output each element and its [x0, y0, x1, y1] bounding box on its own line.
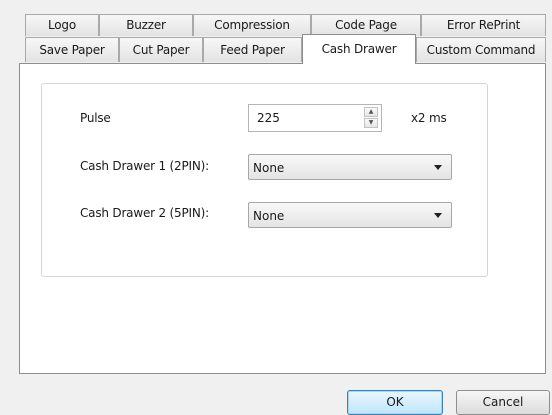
cash-drawer-1-label: Cash Drawer 1 (2PIN):	[80, 159, 209, 173]
cash-drawer-2-value: None	[253, 209, 285, 223]
tab-custom-command[interactable]: Custom Command	[416, 37, 546, 62]
tab-cash-drawer[interactable]: Cash Drawer	[302, 34, 416, 64]
tab-error-reprint[interactable]: Error RePrint	[421, 14, 546, 36]
cash-drawer-settings-group: Pulse 225 ▲ ▼ x2 ms Cash Drawer 1 (2PIN)…	[41, 83, 488, 277]
cash-drawer-1-value: None	[253, 161, 285, 175]
tab-compression[interactable]: Compression	[193, 14, 311, 36]
pulse-value: 225	[257, 111, 280, 125]
spin-down-arrow-icon[interactable]: ▼	[364, 118, 378, 128]
pulse-spinbox[interactable]: 225 ▲ ▼	[248, 104, 382, 132]
settings-dialog: { "tabs": { "row1": ["Logo", "Buzzer", "…	[0, 0, 552, 415]
tab-cut-paper[interactable]: Cut Paper	[119, 37, 203, 62]
dropdown-arrow-icon	[434, 165, 442, 170]
tab-feed-paper[interactable]: Feed Paper	[203, 37, 302, 62]
tab-code-page[interactable]: Code Page	[311, 14, 421, 36]
spin-up-arrow-icon[interactable]: ▲	[364, 107, 378, 117]
tab-save-paper[interactable]: Save Paper	[25, 37, 119, 62]
dropdown-arrow-icon	[434, 213, 442, 218]
cash-drawer-2-label: Cash Drawer 2 (5PIN):	[80, 206, 209, 220]
cancel-button[interactable]: Cancel	[456, 390, 550, 415]
cash-drawer-panel: Pulse 225 ▲ ▼ x2 ms Cash Drawer 1 (2PIN)…	[19, 63, 546, 374]
cash-drawer-1-select[interactable]: None	[248, 154, 452, 180]
tab-logo[interactable]: Logo	[25, 14, 99, 36]
pulse-spin-buttons: ▲ ▼	[364, 107, 378, 129]
ok-button[interactable]: OK	[347, 390, 443, 415]
pulse-label: Pulse	[80, 111, 111, 125]
tab-buzzer[interactable]: Buzzer	[99, 14, 193, 36]
cash-drawer-2-select[interactable]: None	[248, 202, 452, 228]
pulse-unit-label: x2 ms	[411, 111, 447, 125]
